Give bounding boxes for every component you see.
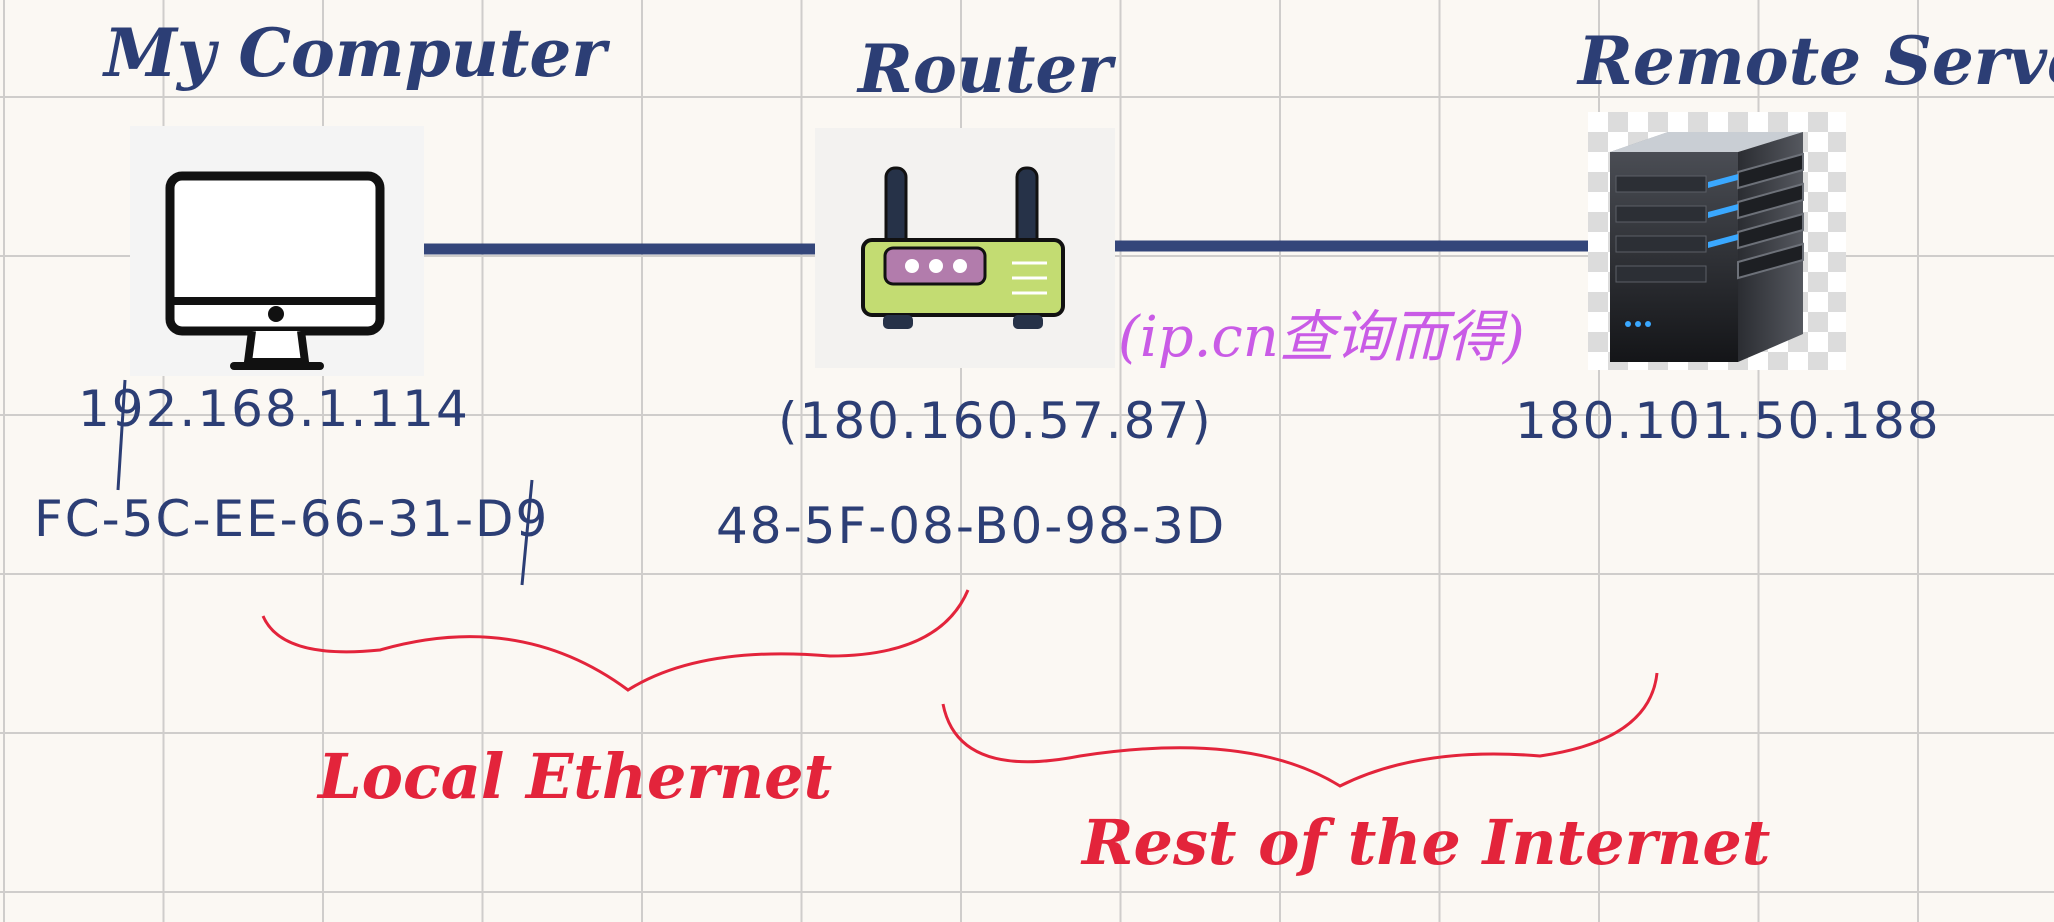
monitor-icon bbox=[165, 171, 385, 370]
brace-local-ethernet bbox=[261, 589, 970, 692]
server-title: Remote Server bbox=[1578, 22, 2054, 100]
router-node bbox=[815, 128, 1115, 368]
router-icon bbox=[861, 166, 1065, 329]
server-icon bbox=[1610, 132, 1804, 362]
computer-mac: FC-5C-EE-66-31-D9 bbox=[34, 490, 550, 548]
computer-title: My Computer bbox=[104, 14, 607, 92]
rest-of-internet-label: Rest of the Internet bbox=[1082, 806, 1771, 879]
local-ethernet-label: Local Ethernet bbox=[318, 740, 833, 813]
ip-lookup-note: (ip.cn查询而得) bbox=[1118, 305, 1525, 370]
computer-node bbox=[130, 126, 424, 376]
router-mac: 48-5F-08-B0-98-3D bbox=[716, 497, 1227, 555]
server-node bbox=[1588, 112, 1846, 370]
server-ip: 180.101.50.188 bbox=[1515, 392, 1941, 450]
computer-ip: 192.168.1.114 bbox=[78, 380, 470, 438]
router-ip: (180.160.57.87) bbox=[778, 392, 1213, 450]
router-title: Router bbox=[858, 30, 1113, 108]
brace-rest-of-internet bbox=[941, 672, 1659, 788]
